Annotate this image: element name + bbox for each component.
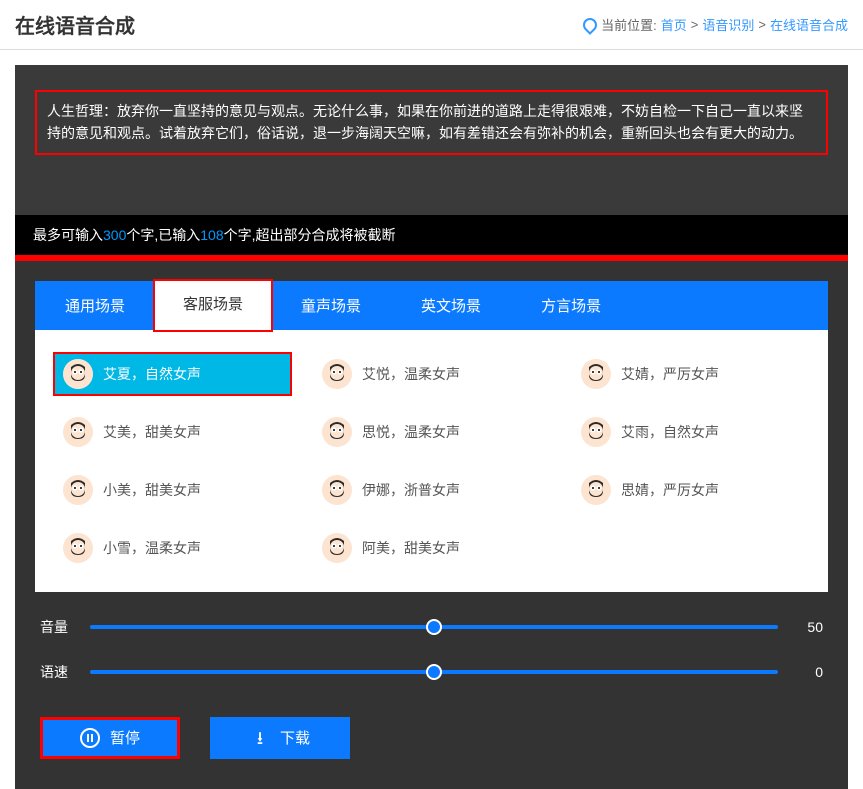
voice-label: 艾悦，温柔女声 bbox=[362, 364, 460, 384]
current-chars: 108 bbox=[200, 227, 223, 243]
max-chars: 300 bbox=[103, 227, 126, 243]
avatar-icon bbox=[63, 417, 93, 447]
tab-child[interactable]: 童声场景 bbox=[271, 281, 391, 330]
voice-option-9[interactable]: 小雪，温柔女声 bbox=[53, 526, 292, 570]
speed-slider[interactable] bbox=[90, 670, 778, 674]
avatar-icon bbox=[581, 359, 611, 389]
avatar-icon bbox=[63, 359, 93, 389]
scene-tabs: 通用场景 客服场景 童声场景 英文场景 方言场景 bbox=[35, 281, 828, 330]
volume-slider[interactable] bbox=[90, 625, 778, 629]
download-label: 下载 bbox=[280, 727, 310, 748]
tab-english[interactable]: 英文场景 bbox=[391, 281, 511, 330]
voice-label: 艾婧，严厉女声 bbox=[621, 364, 719, 384]
breadcrumb-current[interactable]: 在线语音合成 bbox=[770, 15, 848, 34]
voice-label: 艾雨，自然女声 bbox=[621, 422, 719, 442]
voice-label: 思婧，严厉女声 bbox=[621, 480, 719, 500]
volume-slider-row: 音量 50 bbox=[40, 617, 823, 637]
avatar-icon bbox=[581, 475, 611, 505]
voice-label: 思悦，温柔女声 bbox=[362, 422, 460, 442]
avatar-icon bbox=[63, 475, 93, 505]
text-content[interactable]: 人生哲理：放弃你一直坚持的意见与观点。无论什么事，如果在你前进的道路上走得很艰难… bbox=[35, 90, 828, 155]
volume-label: 音量 bbox=[40, 617, 75, 637]
avatar-icon bbox=[322, 359, 352, 389]
voice-option-5[interactable]: 艾雨，自然女声 bbox=[571, 410, 810, 454]
volume-value: 50 bbox=[793, 619, 823, 635]
avatar-icon bbox=[63, 533, 93, 563]
tab-general[interactable]: 通用场景 bbox=[35, 281, 155, 330]
voice-option-7[interactable]: 伊娜，浙普女声 bbox=[312, 468, 551, 512]
voice-label: 伊娜，浙普女声 bbox=[362, 480, 460, 500]
voice-label: 艾夏，自然女声 bbox=[103, 364, 201, 384]
speed-slider-row: 语速 0 bbox=[40, 662, 823, 682]
avatar-icon bbox=[322, 417, 352, 447]
breadcrumb-category[interactable]: 语音识别 bbox=[702, 15, 754, 34]
character-counter: 最多可输入300个字,已输入108个字,超出部分合成将被截断 bbox=[15, 215, 848, 255]
voice-option-1[interactable]: 艾悦，温柔女声 bbox=[312, 352, 551, 396]
volume-thumb[interactable] bbox=[426, 619, 442, 635]
location-icon bbox=[580, 15, 600, 35]
pause-label: 暂停 bbox=[110, 727, 140, 748]
voice-option-6[interactable]: 小美，甜美女声 bbox=[53, 468, 292, 512]
voice-option-2[interactable]: 艾婧，严厉女声 bbox=[571, 352, 810, 396]
voice-option-0[interactable]: 艾夏，自然女声 bbox=[53, 352, 292, 396]
voice-selection-panel: 艾夏，自然女声 艾悦，温柔女声 艾婧，严厉女声艾美，甜美女声 思悦，温柔女声 艾雨，自然… bbox=[35, 330, 828, 592]
speed-thumb[interactable] bbox=[426, 664, 442, 680]
speed-value: 0 bbox=[793, 664, 823, 680]
avatar-icon bbox=[581, 417, 611, 447]
pause-icon bbox=[80, 728, 100, 748]
text-input-area[interactable]: 人生哲理：放弃你一直坚持的意见与观点。无论什么事，如果在你前进的道路上走得很艰难… bbox=[15, 65, 848, 215]
download-icon: ⭳ bbox=[250, 728, 270, 748]
avatar-icon bbox=[322, 475, 352, 505]
voice-option-10[interactable]: 阿美，甜美女声 bbox=[312, 526, 551, 570]
page-title: 在线语音合成 bbox=[15, 10, 135, 39]
tab-dialect[interactable]: 方言场景 bbox=[511, 281, 631, 330]
speed-label: 语速 bbox=[40, 662, 75, 682]
voice-label: 小美，甜美女声 bbox=[103, 480, 201, 500]
voice-option-3[interactable]: 艾美，甜美女声 bbox=[53, 410, 292, 454]
avatar-icon bbox=[322, 533, 352, 563]
download-button[interactable]: ⭳ 下载 bbox=[210, 717, 350, 759]
voice-option-8[interactable]: 思婧，严厉女声 bbox=[571, 468, 810, 512]
voice-label: 小雪，温柔女声 bbox=[103, 538, 201, 558]
breadcrumb: 当前位置: 首页 > 语音识别 > 在线语音合成 bbox=[583, 15, 848, 34]
tab-service[interactable]: 客服场景 bbox=[153, 279, 273, 332]
voice-label: 阿美，甜美女声 bbox=[362, 538, 460, 558]
voice-option-4[interactable]: 思悦，温柔女声 bbox=[312, 410, 551, 454]
breadcrumb-home[interactable]: 首页 bbox=[661, 15, 687, 34]
breadcrumb-label: 当前位置: bbox=[601, 15, 657, 34]
pause-button[interactable]: 暂停 bbox=[40, 717, 180, 759]
voice-label: 艾美，甜美女声 bbox=[103, 422, 201, 442]
